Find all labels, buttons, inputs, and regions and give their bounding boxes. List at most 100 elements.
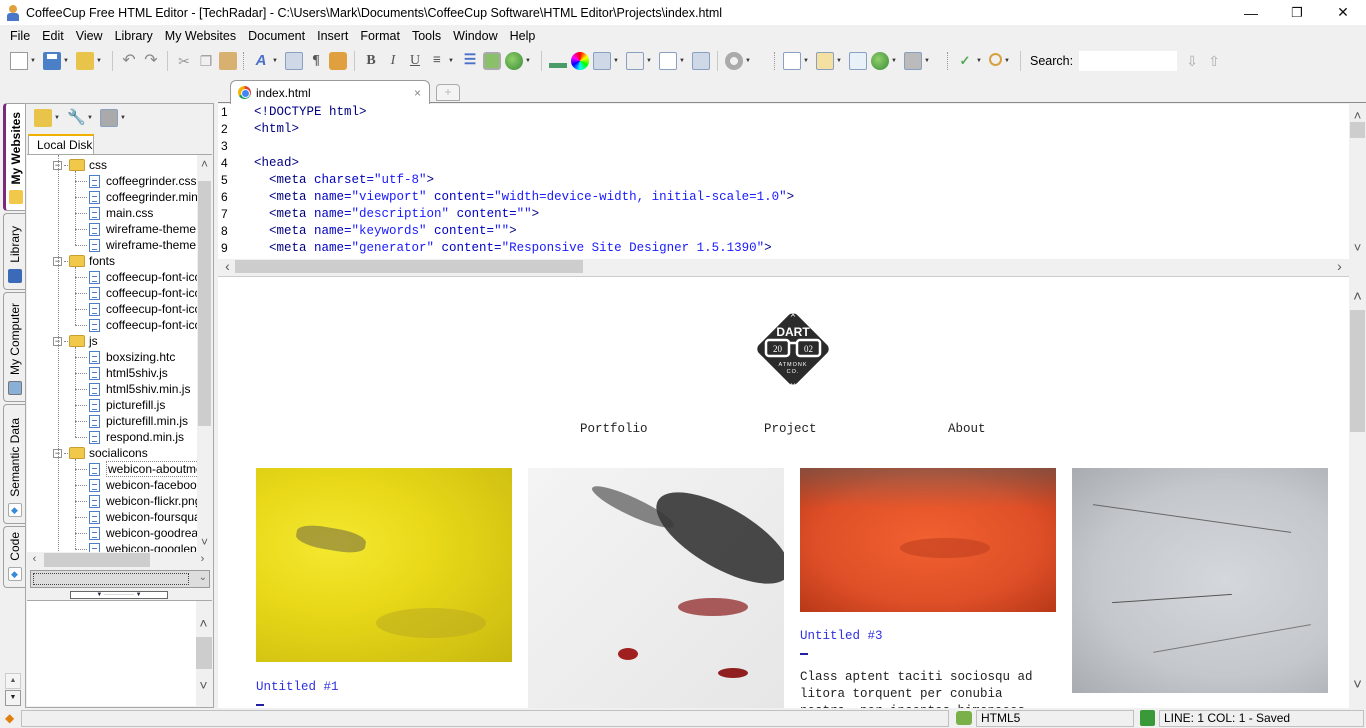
settings-icon[interactable] (725, 52, 743, 70)
columns-icon[interactable] (692, 52, 710, 70)
card-title[interactable]: Untitled #1 (256, 680, 339, 694)
menu-library[interactable]: Library (109, 26, 159, 46)
settings-dropdown[interactable]: ▼ (745, 58, 752, 64)
toolbar-grip[interactable] (243, 52, 246, 70)
upload-dropdown[interactable]: ▼ (120, 115, 127, 121)
code-editor[interactable]: 1 <!DOCTYPE html> 2 <html> 3 4 <head> 5 <meta c… (218, 104, 1366, 259)
form-dropdown[interactable]: ▼ (646, 58, 653, 64)
copy-icon[interactable]: ❐ (197, 52, 215, 70)
side-tab-semantic-data[interactable]: Semantic Data ◆ (3, 404, 25, 524)
tree-file[interactable]: coffeecup-font-icc (89, 285, 201, 301)
tab-index-html[interactable]: index.html × (230, 80, 430, 104)
panel-splitter-handle[interactable]: ▼ ··············· ▼ (70, 591, 168, 599)
table-cell-icon[interactable] (549, 58, 567, 68)
new-folder-dropdown[interactable]: ▼ (54, 115, 61, 121)
nav-portfolio[interactable]: Portfolio (580, 422, 648, 436)
spell-check-dropdown[interactable]: ▼ (976, 58, 983, 64)
tree-file[interactable]: webicon-aboutme (89, 461, 205, 477)
new-folder-icon[interactable] (34, 109, 52, 127)
upload-dropdown[interactable]: ▼ (924, 58, 931, 64)
undo-icon[interactable]: ↶ (120, 52, 138, 70)
tree-file[interactable]: coffeecup-font-icc (89, 301, 201, 317)
scroll-thumb[interactable] (1350, 122, 1365, 138)
code-horizontal-scrollbar[interactable]: ‹ › (218, 258, 1349, 274)
underline-icon[interactable]: U (406, 52, 424, 70)
close-tab-icon[interactable]: × (414, 86, 421, 100)
media-dropdown[interactable]: ▼ (525, 58, 532, 64)
layout-icon[interactable] (783, 52, 801, 70)
scroll-right-arrow[interactable]: › (195, 553, 210, 565)
edit-icon[interactable] (659, 52, 677, 70)
template-dropdown[interactable]: ▼ (836, 58, 843, 64)
tree-file[interactable]: webicon-flickr.png (89, 493, 201, 509)
find-dropdown[interactable]: ▼ (1004, 58, 1011, 64)
tree-file[interactable]: respond.min.js (89, 429, 184, 445)
menu-edit[interactable]: Edit (36, 26, 70, 46)
tree-folder[interactable]: − socialicons (53, 445, 148, 461)
paste-icon[interactable] (219, 52, 237, 70)
tree-folder[interactable]: − css (53, 157, 107, 173)
tree-file[interactable]: picturefill.js (89, 397, 165, 413)
scroll-down-arrow[interactable]: ˅ (196, 677, 211, 693)
italic-icon[interactable]: I (384, 52, 402, 70)
image-icon[interactable] (483, 52, 501, 70)
upload-icon[interactable] (904, 52, 922, 70)
scroll-thumb[interactable] (1350, 310, 1365, 432)
side-tab-my-computer[interactable]: My Computer (3, 292, 25, 402)
menu-window[interactable]: Window (447, 26, 503, 46)
find-icon[interactable] (989, 53, 1002, 66)
redo-icon[interactable]: ↷ (142, 52, 160, 70)
side-tab-code[interactable]: Code ◆ (3, 526, 25, 588)
scroll-down-arrow[interactable]: ˅ (1350, 240, 1365, 255)
menu-document[interactable]: Document (242, 26, 311, 46)
tree-file[interactable]: wireframe-theme. (89, 237, 199, 253)
scroll-down-arrow[interactable]: ˅ (1350, 676, 1365, 693)
menu-file[interactable]: File (4, 26, 36, 46)
card-title[interactable]: Untitled #3 (800, 629, 883, 643)
save-icon[interactable] (43, 52, 61, 70)
template-icon[interactable] (816, 52, 834, 70)
nav-project[interactable]: Project (764, 422, 817, 436)
scroll-thumb[interactable] (235, 260, 583, 273)
browser-icon[interactable] (871, 52, 889, 70)
doctype-indicator[interactable]: HTML5 (976, 710, 1134, 727)
tree-folder[interactable]: − fonts (53, 253, 115, 269)
tree-file[interactable]: webicon-foursqua (89, 509, 201, 525)
font-dropdown[interactable]: ▼ (272, 58, 279, 64)
menu-tools[interactable]: Tools (406, 26, 447, 46)
table-dropdown[interactable]: ▼ (613, 58, 620, 64)
tree-file[interactable]: coffeecup-font-icc (89, 317, 201, 333)
tree-file[interactable]: webicon-facebook (89, 477, 203, 493)
search-input[interactable] (1079, 51, 1178, 71)
list-icon[interactable]: ☰ (461, 52, 479, 70)
scroll-left-arrow[interactable]: ‹ (220, 258, 235, 274)
layout-dropdown[interactable]: ▼ (803, 58, 810, 64)
tree-file[interactable]: main.css (89, 205, 153, 221)
tree-file[interactable]: webicon-googleplu (89, 541, 206, 552)
tree-horizontal-scrollbar[interactable]: ‹ › (27, 552, 212, 568)
align-icon[interactable]: ≡ (428, 52, 446, 70)
tools-dropdown[interactable]: ▼ (87, 115, 94, 121)
link-icon[interactable] (285, 52, 303, 70)
tree-file[interactable]: coffeegrinder.min. (89, 189, 201, 205)
scroll-thumb[interactable] (44, 553, 150, 567)
search-next-icon[interactable]: ⇩ (1183, 52, 1201, 70)
new-file-icon[interactable] (10, 52, 28, 70)
table-icon[interactable] (593, 52, 611, 70)
close-button[interactable]: ✕ (1320, 0, 1366, 25)
toolbar-grip[interactable] (947, 52, 950, 70)
import-icon[interactable] (329, 52, 347, 70)
toolbar-grip[interactable] (774, 52, 777, 70)
paragraph-icon[interactable]: ¶ (307, 52, 325, 70)
code-vertical-scrollbar[interactable]: ˄ ˅ (1349, 104, 1366, 259)
new-tab-button[interactable]: + (436, 84, 460, 101)
cut-icon[interactable]: ✂ (175, 52, 193, 70)
align-dropdown[interactable]: ▼ (448, 58, 455, 64)
scroll-left-arrow[interactable]: ‹ (27, 553, 42, 565)
tree-file[interactable]: picturefill.min.js (89, 413, 188, 429)
browser-dropdown[interactable]: ▼ (891, 58, 898, 64)
tree-file[interactable]: webicon-goodreac (89, 525, 204, 541)
spell-check-icon[interactable]: ✓ (956, 52, 974, 70)
preview-pane-scrollbar[interactable]: ˄ ˅ (196, 601, 212, 707)
notification-icon[interactable]: ◆ (5, 711, 14, 725)
